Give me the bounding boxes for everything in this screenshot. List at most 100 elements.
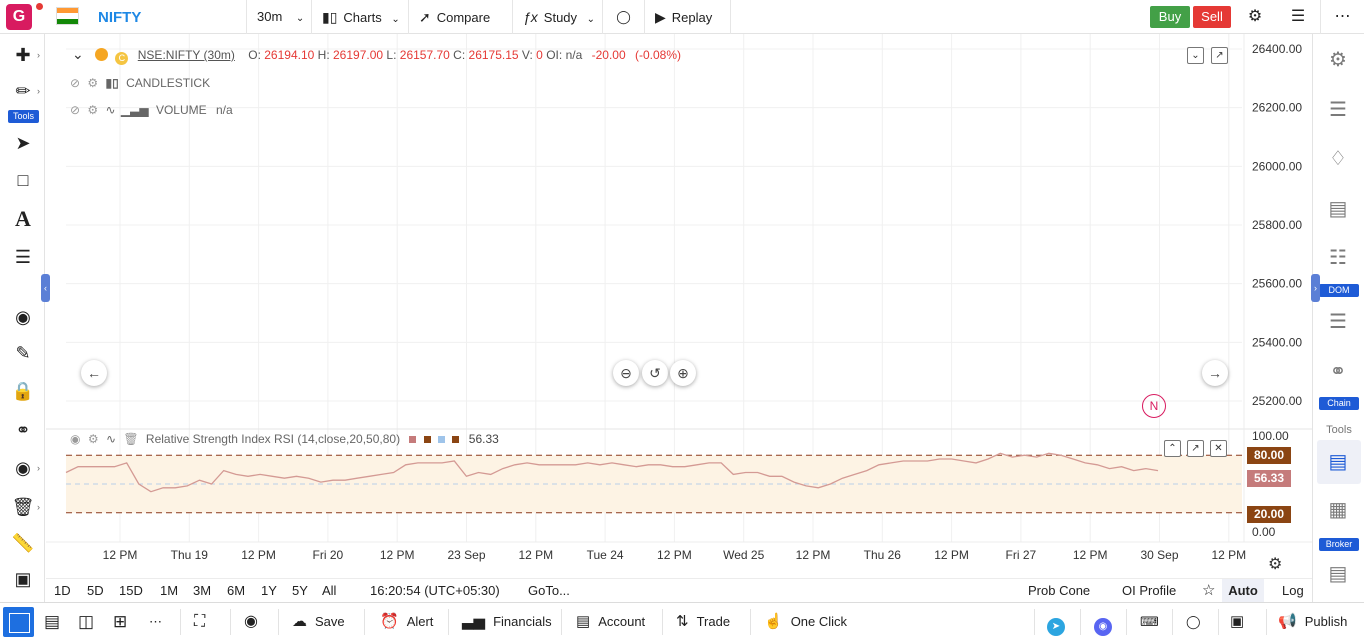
reset-zoom-button[interactable]: ↺ <box>642 360 668 386</box>
pencil-icon[interactable]: ✏ <box>8 78 38 104</box>
goto-button[interactable]: GoTo... <box>528 583 570 598</box>
report-icon[interactable]: ▤ <box>1323 560 1353 588</box>
rectangle-icon[interactable]: □ <box>8 167 38 193</box>
prob-cone-button[interactable]: Prob Cone <box>1028 583 1090 598</box>
range-1d[interactable]: 1D <box>54 583 71 598</box>
chain-link-icon[interactable]: ⚭ <box>1323 358 1353 386</box>
dom-icon[interactable]: ☷ <box>1323 244 1353 272</box>
screenshot-icon[interactable]: ▣ <box>8 566 38 592</box>
cursor-arrow-icon[interactable]: ➤ <box>8 130 38 156</box>
collapse-right-handle[interactable]: › <box>1311 274 1320 302</box>
sell-button[interactable]: Sell <box>1193 6 1231 28</box>
news-badge[interactable]: N <box>1142 394 1166 418</box>
range-1y[interactable]: 1Y <box>261 583 277 598</box>
app-logo[interactable]: G <box>6 4 32 30</box>
account-button[interactable]: ▤ Account <box>576 603 645 640</box>
gear-icon[interactable]: ⚙ <box>88 432 99 446</box>
gear-icon[interactable]: ⚙ <box>1237 0 1273 34</box>
trash-icon[interactable]: 🗑 <box>8 494 38 520</box>
financials-button[interactable]: ▃▅ Financials <box>462 603 552 640</box>
text-tool-icon[interactable]: A <box>8 206 38 232</box>
range-1m[interactable]: 1M <box>160 583 178 598</box>
chevron-right-icon[interactable]: › <box>37 50 40 60</box>
chain-badge[interactable]: Chain <box>1319 397 1359 410</box>
instagram-icon[interactable]: ◯ <box>602 0 644 34</box>
eye-icon[interactable]: ◉ <box>70 432 80 446</box>
single-layout-button[interactable] <box>3 607 34 637</box>
collapse-chevron-icon[interactable]: ⌄ <box>72 46 84 62</box>
eye-slash-icon[interactable]: ⊘ <box>70 103 80 117</box>
symbol-description[interactable]: NSE:NIFTY (30m) <box>138 48 235 62</box>
more-layouts-icon[interactable]: ⋯ <box>149 603 162 640</box>
chevron-right-icon[interactable]: › <box>37 502 40 512</box>
eye-slash-icon[interactable]: ⊘ <box>70 76 80 90</box>
mouse-icon[interactable]: ◉ <box>8 304 38 330</box>
lock-pencil-icon[interactable]: ✎ <box>8 340 38 366</box>
list-icon[interactable]: ☰ <box>1323 308 1353 336</box>
clock-display[interactable]: 16:20:54 (UTC+05:30) <box>370 583 500 598</box>
star-icon[interactable]: ☆ <box>1202 581 1215 599</box>
buy-button[interactable]: Buy <box>1150 6 1190 28</box>
one-click-button[interactable]: ☝ One Click <box>764 603 847 640</box>
ruler-icon[interactable]: 📏 <box>8 530 38 556</box>
chart-settings-gear-icon[interactable]: ⚙ <box>1268 554 1282 574</box>
trash-icon[interactable]: 🗑 <box>123 432 138 446</box>
layers-icon[interactable]: ☰ <box>1323 96 1353 124</box>
fib-levels-icon[interactable]: ☰ <box>8 244 38 270</box>
dom-badge[interactable]: DOM <box>1319 284 1359 297</box>
layers-icon[interactable]: ☰ <box>1280 0 1316 34</box>
charts-button[interactable]: ▮▯ Charts ⌄ <box>311 0 408 34</box>
range-6m[interactable]: 6M <box>227 583 245 598</box>
collapse-pane-button[interactable]: ⌄ <box>1187 47 1204 64</box>
maximize-rsi-button[interactable]: ↗ <box>1187 440 1204 457</box>
lock-icon[interactable]: 🔒 <box>8 378 38 404</box>
log-scale-toggle[interactable]: Log <box>1282 583 1304 598</box>
trade-button[interactable]: ⇅ Trade <box>676 603 730 640</box>
broker-badge[interactable]: Broker <box>1319 538 1359 551</box>
range-5d[interactable]: 5D <box>87 583 104 598</box>
grid-layout-icon[interactable]: ⊞ <box>113 603 127 640</box>
symbol-name[interactable]: NIFTY <box>98 9 141 26</box>
move-pane-up-button[interactable]: ⌃ <box>1164 440 1181 457</box>
lightbulb-icon[interactable]: ◯ <box>1186 603 1201 640</box>
chart-area[interactable]: 26400.00 26200.00 26000.00 25800.00 25600.00… <box>46 34 1312 579</box>
chevron-right-icon[interactable]: › <box>37 86 40 96</box>
video-camera-icon[interactable]: ▣ <box>1230 603 1244 640</box>
study-button[interactable]: ƒx Study ⌄ <box>512 0 602 34</box>
more-icon[interactable]: ⋯ <box>1320 0 1364 34</box>
compare-button[interactable]: ➚ Compare <box>408 0 512 34</box>
two-column-layout-icon[interactable]: ◫ <box>78 603 94 640</box>
bell-icon[interactable]: ♢ <box>1323 145 1353 173</box>
oi-profile-button[interactable]: OI Profile <box>1122 583 1176 598</box>
scroll-right-button[interactable]: → <box>1202 360 1228 386</box>
palette-icon[interactable]: ◉ <box>244 603 258 640</box>
eye-icon[interactable]: ◉ <box>8 455 38 481</box>
chevron-right-icon[interactable]: › <box>37 463 40 473</box>
telegram-icon[interactable]: ➤ <box>1047 603 1067 640</box>
gear-icon[interactable]: ⚙ <box>87 103 98 117</box>
close-rsi-button[interactable]: ✕ <box>1210 440 1227 457</box>
auto-scale-toggle[interactable]: Auto <box>1222 579 1264 603</box>
notebook-icon[interactable]: ▤ <box>1323 195 1353 223</box>
crosshair-icon[interactable]: ✚ <box>8 42 38 68</box>
alert-button[interactable]: ⏰ Alert <box>380 603 433 640</box>
discord-icon[interactable]: ◉ <box>1094 603 1114 640</box>
database-icon[interactable]: ▤ <box>1323 448 1353 476</box>
range-5y[interactable]: 5Y <box>292 583 308 598</box>
tools-badge[interactable]: Tools <box>8 110 39 123</box>
gear-icon[interactable]: ⚙ <box>87 76 98 90</box>
chart-canvas[interactable]: 26400.00 26200.00 26000.00 25800.00 25600.00… <box>46 34 1312 579</box>
range-3m[interactable]: 3M <box>193 583 211 598</box>
grid-icon[interactable]: ▦ <box>1323 496 1353 524</box>
link-icon[interactable]: ⚭ <box>8 417 38 443</box>
save-button[interactable]: ☁ Save <box>292 603 345 640</box>
zoom-in-button[interactable]: ⊕ <box>670 360 696 386</box>
maximize-pane-button[interactable]: ↗ <box>1211 47 1228 64</box>
gear-icon[interactable]: ⚙ <box>1323 46 1353 74</box>
scroll-left-button[interactable]: ← <box>81 360 107 386</box>
fullscreen-icon[interactable]: ⛶ <box>194 603 205 640</box>
two-row-layout-icon[interactable]: ▤ <box>44 603 60 640</box>
interval-selector[interactable]: 30m ⌄ <box>246 0 311 34</box>
range-all[interactable]: All <box>322 583 336 598</box>
range-15d[interactable]: 15D <box>119 583 143 598</box>
